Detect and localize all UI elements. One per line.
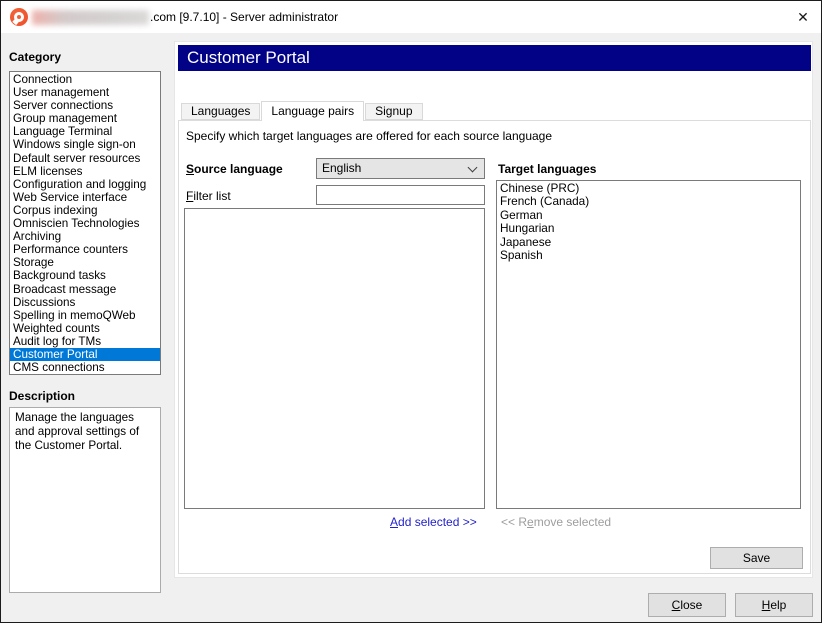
tab[interactable]: Signup <box>365 103 422 120</box>
page-title: Customer Portal <box>187 48 310 67</box>
category-list-item[interactable]: Group management <box>10 112 160 125</box>
tab[interactable]: Languages <box>181 103 260 120</box>
source-language-label: Source language <box>186 162 283 176</box>
category-list-item[interactable]: CMS connections <box>10 361 160 374</box>
category-list-item[interactable]: Configuration and logging <box>10 178 160 191</box>
category-list-item[interactable]: Weighted counts <box>10 322 160 335</box>
category-heading: Category <box>9 50 61 64</box>
filter-input[interactable] <box>316 185 485 205</box>
category-list-item[interactable]: ELM licenses <box>10 165 160 178</box>
filter-list-label: Filter list <box>186 189 231 203</box>
target-languages-list[interactable]: Chinese (PRC)French (Canada)GermanHungar… <box>496 180 801 509</box>
category-list-item[interactable]: Server connections <box>10 99 160 112</box>
category-list-item[interactable]: Omniscien Technologies <box>10 217 160 230</box>
close-icon[interactable]: ✕ <box>794 8 812 26</box>
category-list-item[interactable]: Archiving <box>10 230 160 243</box>
category-list-item[interactable]: Language Terminal <box>10 125 160 138</box>
redacted-server-name <box>32 10 149 25</box>
category-list-item[interactable]: Spelling in memoQWeb <box>10 309 160 322</box>
category-list-item[interactable]: Storage <box>10 256 160 269</box>
chevron-down-icon <box>468 163 478 173</box>
category-list-item[interactable]: Web Service interface <box>10 191 160 204</box>
category-list-item[interactable]: Corpus indexing <box>10 204 160 217</box>
page-title-banner: Customer Portal <box>178 45 811 71</box>
language-item[interactable]: German <box>497 209 800 222</box>
category-list-item[interactable]: Audit log for TMs <box>10 335 160 348</box>
source-language-value: English <box>322 159 361 178</box>
language-item[interactable]: Spanish <box>497 249 800 262</box>
category-list-item[interactable]: Default server resources <box>10 152 160 165</box>
title-bar: .com [9.7.10] - Server administrator ✕ <box>1 1 821 33</box>
category-list-item[interactable]: Customer Portal <box>10 348 160 361</box>
description-box: Manage the languages and approval settin… <box>9 407 161 593</box>
category-list-item[interactable]: Connection <box>10 73 160 86</box>
tab-strip: LanguagesLanguage pairsSignup <box>181 101 424 121</box>
window-title: .com [9.7.10] - Server administrator <box>150 10 338 24</box>
category-list-item[interactable]: Windows single sign-on <box>10 138 160 151</box>
target-languages-label: Target languages <box>498 162 596 176</box>
server-administrator-window: .com [9.7.10] - Server administrator ✕ C… <box>0 0 822 623</box>
language-item[interactable]: Chinese (PRC) <box>497 182 800 195</box>
category-list-item[interactable]: User management <box>10 86 160 99</box>
memoq-logo-icon <box>10 8 28 26</box>
description-text: Manage the languages and approval settin… <box>15 411 139 452</box>
add-selected-link[interactable]: Add selected >> <box>390 515 477 529</box>
remove-selected-link[interactable]: << Remove selected <box>501 515 611 529</box>
save-button[interactable]: Save <box>710 547 803 569</box>
available-languages-list[interactable] <box>184 208 485 509</box>
tab[interactable]: Language pairs <box>261 101 364 121</box>
category-list-item[interactable]: Background tasks <box>10 269 160 282</box>
instruction-text: Specify which target languages are offer… <box>186 129 552 143</box>
language-item[interactable]: Japanese <box>497 236 800 249</box>
source-language-select[interactable]: English <box>316 158 485 179</box>
category-list-item[interactable]: Broadcast message <box>10 283 160 296</box>
category-list[interactable]: ConnectionUser managementServer connecti… <box>9 71 161 375</box>
close-button[interactable]: Close <box>648 593 726 617</box>
description-heading: Description <box>9 389 75 403</box>
language-item[interactable]: Hungarian <box>497 222 800 235</box>
language-item[interactable]: French (Canada) <box>497 195 800 208</box>
category-list-item[interactable]: Discussions <box>10 296 160 309</box>
help-button[interactable]: Help <box>735 593 813 617</box>
category-list-item[interactable]: Performance counters <box>10 243 160 256</box>
